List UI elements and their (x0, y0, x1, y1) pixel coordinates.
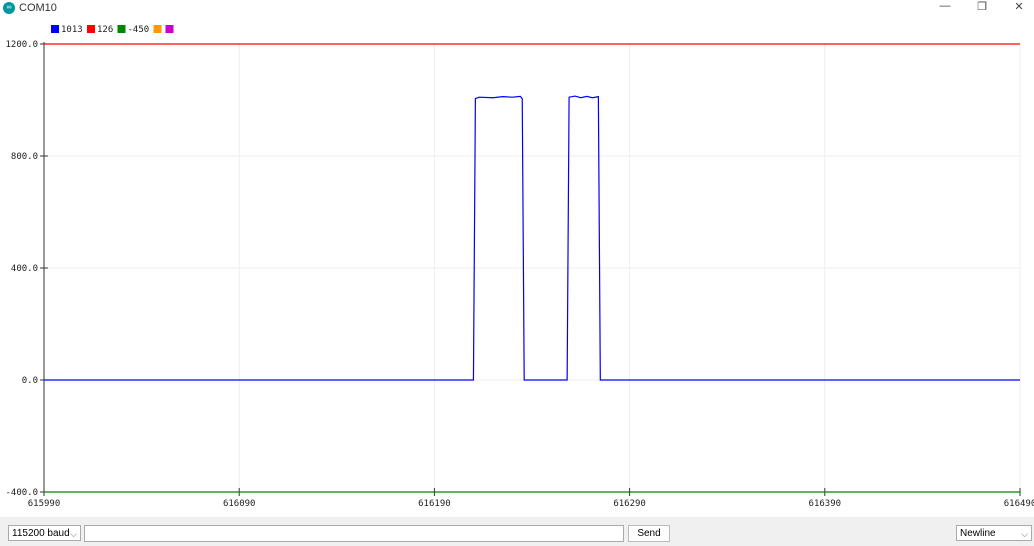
x-tick-label: 616090 (223, 499, 256, 509)
legend-swatch (165, 25, 174, 33)
window-title: COM10 (19, 2, 57, 14)
baud-rate-value: 115200 baud (12, 528, 70, 539)
y-tick-label: -400.0 (5, 488, 38, 498)
x-tick-label: 616190 (418, 499, 451, 509)
serial-input[interactable] (84, 525, 624, 542)
restore-button[interactable]: ❐ (967, 0, 997, 17)
x-tick-label: 616290 (613, 499, 646, 509)
legend-swatch (117, 25, 126, 33)
line-ending-value: Newline (960, 528, 996, 539)
chevron-down-icon: ⌵ (70, 529, 77, 539)
legend-label: -450 (128, 25, 150, 35)
send-button[interactable]: Send (628, 525, 670, 542)
y-tick-label: 400.0 (11, 264, 38, 274)
serial-plot: 615990 616090 616190 616290 616390 616490 -400… (5, 25, 1034, 509)
y-tick-label: 0.0 (22, 376, 38, 386)
title-bar: ∞ COM10 — ❐ ✕ (0, 0, 1034, 17)
legend-swatch (153, 25, 162, 33)
y-tick-label: 800.0 (11, 152, 38, 162)
chevron-down-icon: ⌵ (1021, 529, 1028, 539)
close-button[interactable]: ✕ (1004, 0, 1034, 17)
line-ending-select[interactable]: Newline ⌵ (956, 525, 1032, 541)
x-tick-label: 615990 (28, 499, 61, 509)
legend-label: 1013 (61, 25, 83, 35)
legend-label: 126 (97, 25, 113, 35)
arduino-logo-icon: ∞ (3, 2, 15, 14)
series-line-1013 (44, 95, 1020, 381)
x-tick-label: 616490 (1004, 499, 1034, 509)
legend-swatch (51, 25, 59, 33)
y-tick-label: 1200.0 (5, 40, 38, 50)
minimize-button[interactable]: — (930, 0, 960, 17)
baud-rate-select[interactable]: 115200 baud ⌵ (8, 525, 81, 541)
legend-swatch (87, 25, 95, 33)
x-tick-label: 616390 (809, 499, 842, 509)
bottom-bar: 115200 baud ⌵ Send Newline ⌵ (0, 517, 1034, 546)
